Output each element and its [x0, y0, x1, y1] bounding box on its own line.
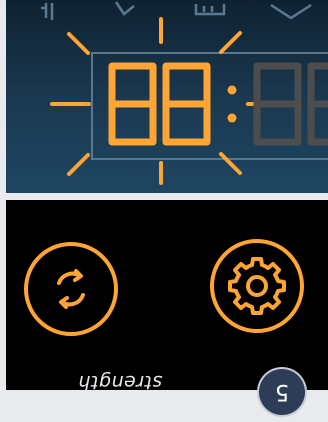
top-icons [41, 1, 312, 20]
page-number-badge: 5 [259, 369, 305, 415]
digit-hours-ones [162, 62, 211, 146]
settings-button[interactable] [209, 238, 305, 334]
digit-minutes-tens [253, 62, 302, 146]
minutes-digits [253, 62, 328, 146]
caption-label: strength [78, 371, 163, 393]
controls-panel [6, 200, 328, 390]
swap-button[interactable] [23, 241, 119, 337]
display-panel [6, 0, 328, 193]
digit-minutes-ones [307, 62, 328, 146]
digit-hours-tens [108, 62, 157, 146]
indicator-icon-1 [41, 3, 54, 20]
hours-digits [108, 62, 211, 146]
display-illustration [41, 1, 328, 185]
indicator-icon-2 [114, 1, 135, 16]
colon [227, 85, 237, 123]
indicator-icon-4 [270, 3, 312, 20]
gear-icon [210, 239, 304, 333]
swap-arrows-icon [24, 242, 118, 336]
indicator-icon-3 [194, 4, 226, 16]
